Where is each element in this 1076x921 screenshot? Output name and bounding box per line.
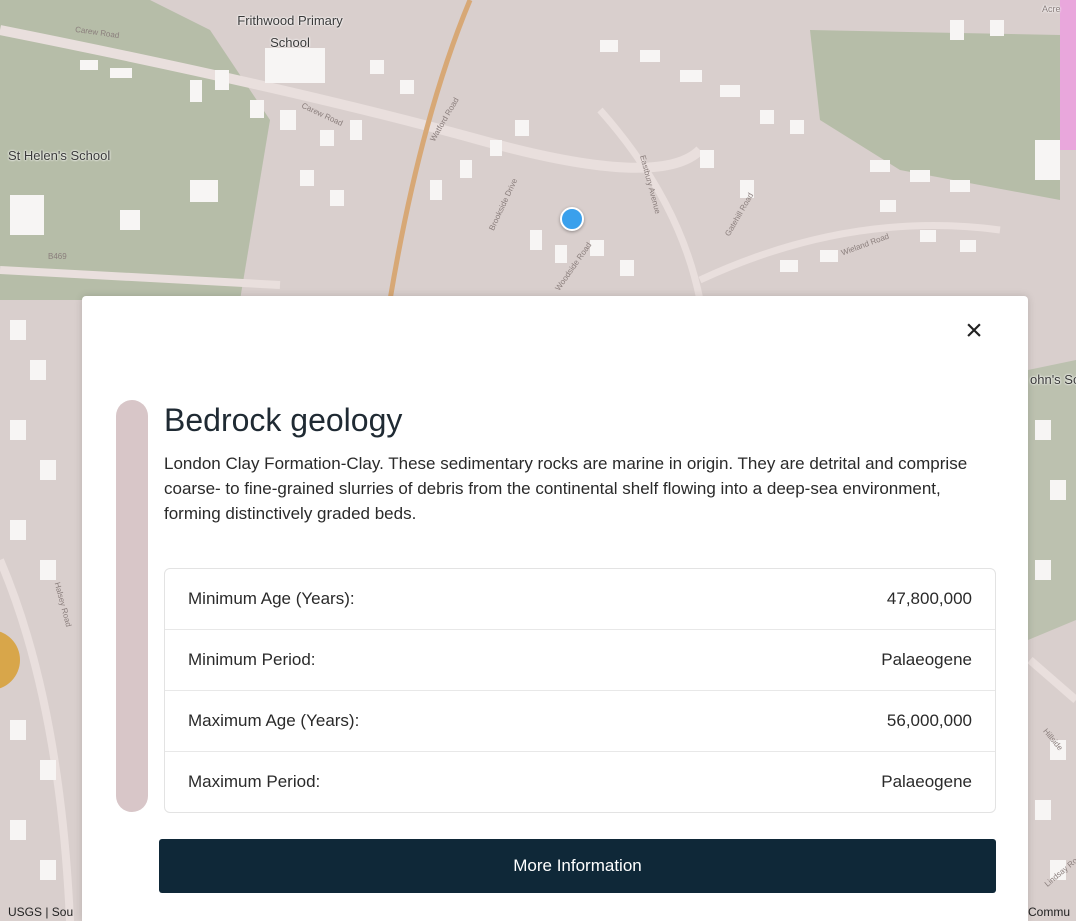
table-row: Maximum Age (Years): 56,000,000: [165, 690, 995, 751]
park-area-right: [810, 30, 1060, 200]
close-icon[interactable]: ×: [960, 316, 988, 348]
panel-title: Bedrock geology: [164, 402, 403, 438]
map-label-frithwood-school[interactable]: Frithwood Primary School: [225, 10, 355, 54]
pink-area: [1060, 0, 1076, 150]
table-row: Maximum Period: Palaeogene: [165, 751, 995, 812]
map-label-partial-top-right: Acre: [1042, 4, 1061, 14]
current-location-marker[interactable]: [560, 207, 584, 231]
property-label: Minimum Age (Years):: [188, 589, 355, 608]
orange-area: [0, 631, 20, 689]
road-eastbury: [597, 107, 704, 301]
panel-description: London Clay Formation-Clay. These sedime…: [164, 454, 968, 523]
property-value: Palaeogene: [881, 650, 972, 669]
map-label-partial-school[interactable]: ohn's Sc: [1030, 372, 1076, 387]
property-value: 47,800,000: [886, 589, 972, 608]
properties-table: Minimum Age (Years): 47,800,000 Minimum …: [164, 568, 996, 813]
property-value: 56,000,000: [886, 711, 972, 730]
property-label: Minimum Period:: [188, 650, 316, 669]
geology-info-panel: × Bedrock geology London Clay Formation-…: [82, 296, 1028, 921]
road-watford: [387, 0, 473, 301]
accent-bar: [116, 400, 148, 812]
road-label-b469: B469: [48, 252, 67, 261]
road-hillside: [1027, 656, 1076, 704]
more-information-button[interactable]: More Information: [159, 839, 996, 893]
property-value: Palaeogene: [881, 772, 972, 791]
road-halsey: [0, 558, 74, 921]
map-label-st-helens-school[interactable]: St Helen's School: [8, 148, 110, 163]
property-label: Maximum Age (Years):: [188, 711, 360, 730]
property-label: Maximum Period:: [188, 772, 321, 791]
table-row: Minimum Period: Palaeogene: [165, 629, 995, 690]
table-row: Minimum Age (Years): 47,800,000: [165, 569, 995, 629]
map-attribution-right[interactable]: Commu: [1028, 905, 1070, 919]
map-attribution-left[interactable]: USGS | Sou: [8, 905, 73, 919]
